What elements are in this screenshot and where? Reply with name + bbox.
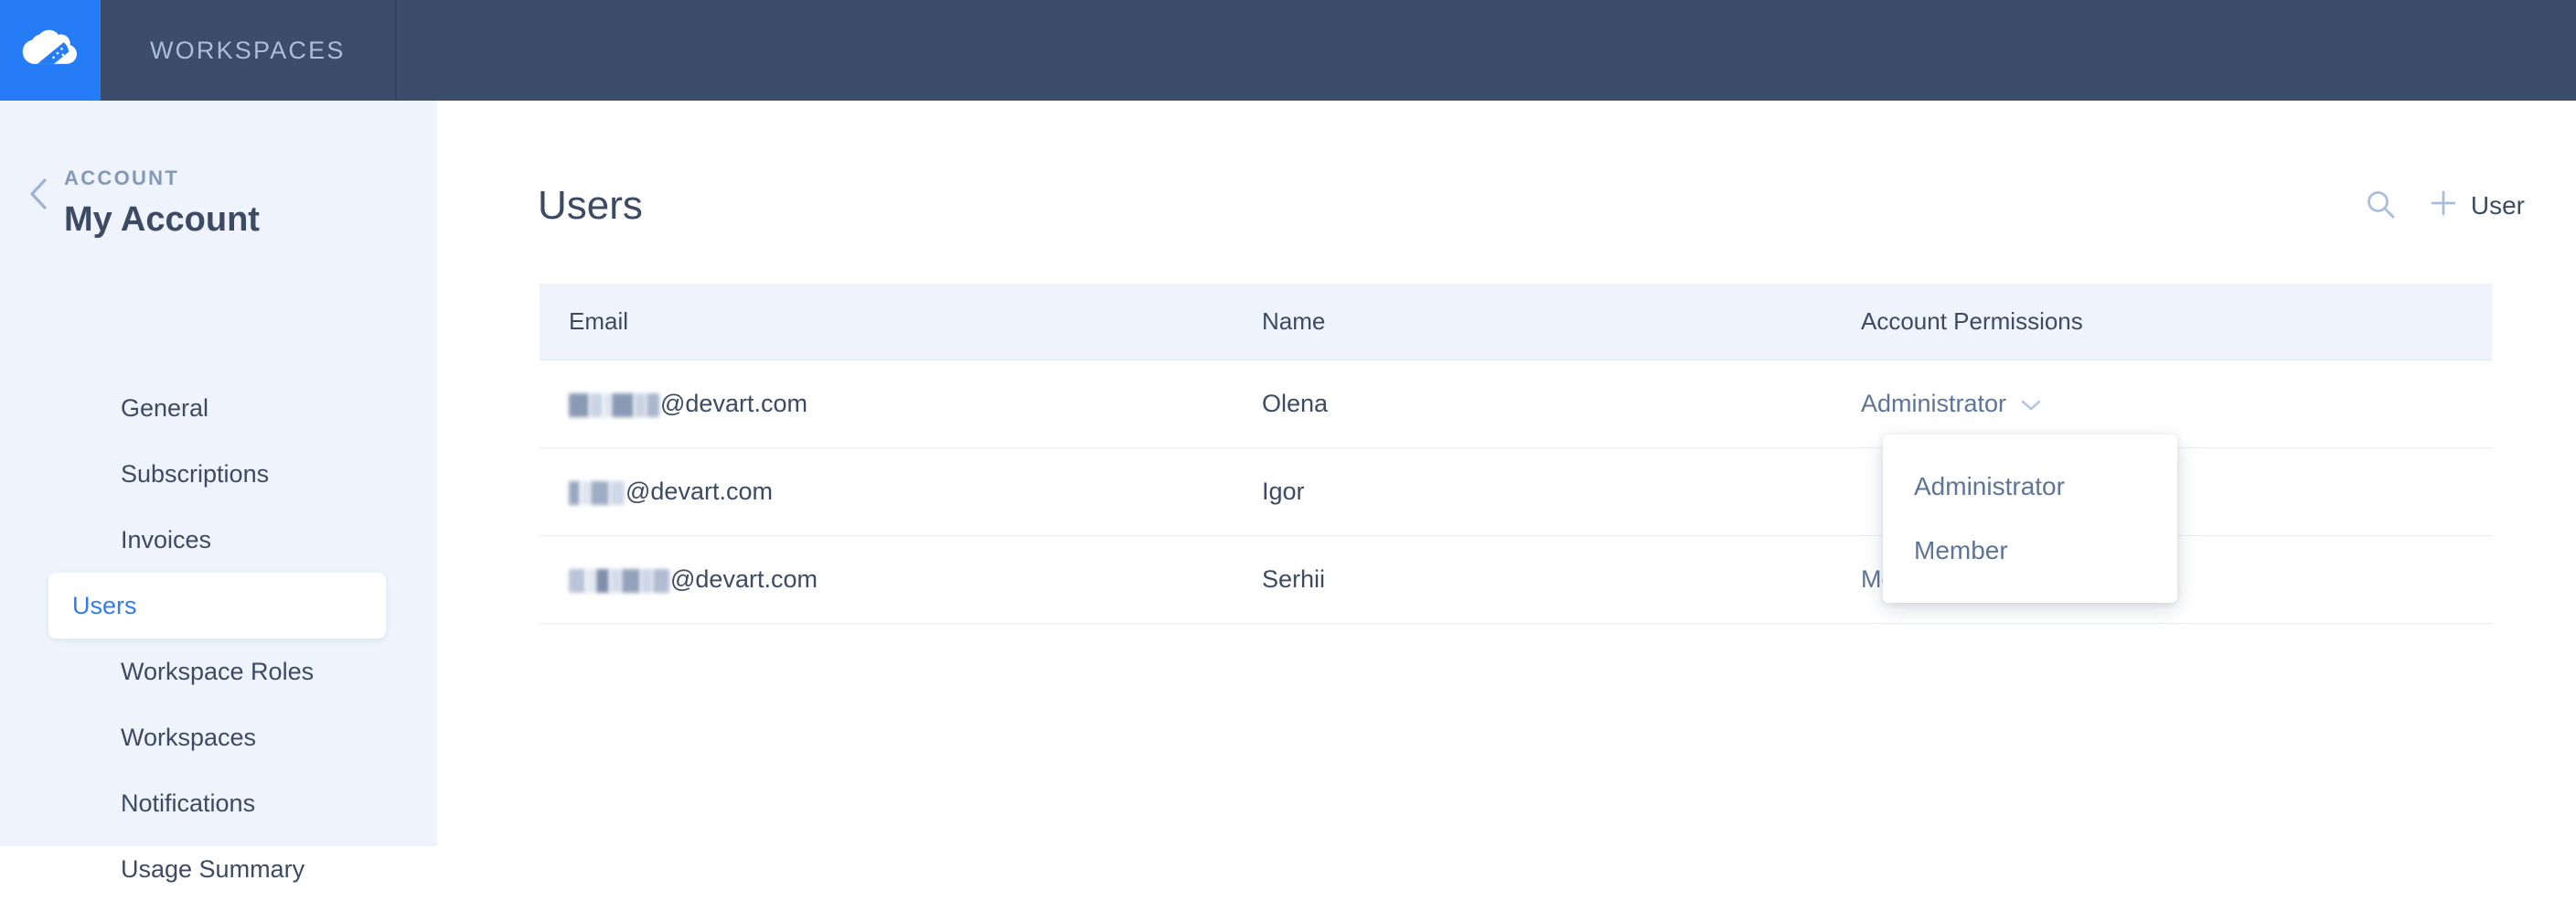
cell-email: @devart.com bbox=[540, 565, 1262, 594]
sidebar-item-label: Workspace Roles bbox=[121, 658, 314, 686]
sidebar-item-label: Subscriptions bbox=[121, 460, 269, 489]
account-kicker: ACCOUNT bbox=[64, 166, 260, 190]
permissions-dropdown-menu[interactable]: Administrator Member bbox=[1883, 435, 2177, 603]
sidebar-item-invoices[interactable]: Invoices bbox=[48, 507, 386, 573]
table-row[interactable]: @devart.com Serhii Member bbox=[540, 536, 2492, 624]
permission-value: Administrator bbox=[1861, 390, 2006, 418]
page-header: Users User bbox=[538, 174, 2525, 238]
dropdown-option-administrator[interactable]: Administrator bbox=[1883, 455, 2177, 519]
cell-email: @devart.com bbox=[540, 478, 1262, 506]
top-navigation-bar: WORKSPACES bbox=[0, 0, 2576, 101]
table-row[interactable]: @devart.com Igor bbox=[540, 448, 2492, 536]
cell-email: @devart.com bbox=[540, 390, 1262, 418]
page-account-title: My Account bbox=[64, 196, 260, 243]
sidebar-nav: General Subscriptions Invoices Users Wor… bbox=[0, 375, 437, 902]
email-domain: @devart.com bbox=[670, 565, 818, 594]
cell-account-permissions: Administrator bbox=[1861, 390, 2492, 418]
sidebar-item-general[interactable]: General bbox=[48, 375, 386, 441]
dropdown-option-label: Administrator bbox=[1914, 472, 2065, 501]
redacted-email-icon bbox=[569, 565, 670, 594]
plus-icon bbox=[2429, 188, 2458, 224]
sidebar-item-label: Invoices bbox=[121, 526, 211, 554]
sidebar-item-label: Notifications bbox=[121, 789, 255, 818]
sidebar-item-workspace-roles[interactable]: Workspace Roles bbox=[48, 639, 386, 704]
search-button[interactable] bbox=[2365, 188, 2396, 224]
sidebar-item-label: General bbox=[121, 394, 208, 423]
main-content: Users User Email bbox=[437, 101, 2576, 846]
users-table: Email Name Account Permissions @devart.c… bbox=[540, 284, 2492, 624]
dropdown-option-member[interactable]: Member bbox=[1883, 519, 2177, 583]
app-logo[interactable] bbox=[0, 0, 101, 101]
column-header-name: Name bbox=[1262, 307, 1861, 336]
add-user-label: User bbox=[2471, 191, 2525, 220]
redacted-email-icon bbox=[569, 390, 660, 418]
chevron-left-icon bbox=[28, 177, 48, 215]
column-header-email: Email bbox=[540, 307, 1262, 336]
search-icon bbox=[2365, 188, 2396, 224]
nav-tab-workspaces[interactable]: WORKSPACES bbox=[101, 0, 397, 101]
sidebar-item-users[interactable]: Users bbox=[48, 573, 386, 639]
sidebar-item-label: Workspaces bbox=[121, 724, 256, 752]
sidebar-item-label: Usage Summary bbox=[121, 855, 305, 884]
cell-name: Olena bbox=[1262, 390, 1861, 418]
email-domain: @devart.com bbox=[625, 478, 773, 506]
redacted-email-icon bbox=[569, 478, 625, 506]
account-header: ACCOUNT My Account bbox=[0, 166, 437, 243]
column-header-account-permissions: Account Permissions bbox=[1861, 307, 2492, 336]
header-actions: User bbox=[2365, 188, 2525, 224]
page-title: Users bbox=[538, 183, 643, 229]
cell-name: Igor bbox=[1262, 478, 1861, 506]
chevron-down-icon bbox=[2021, 390, 2041, 418]
sidebar: ACCOUNT My Account General Subscriptions… bbox=[0, 101, 437, 846]
sidebar-item-label: Users bbox=[72, 592, 137, 620]
dropdown-option-label: Member bbox=[1914, 536, 2008, 565]
sidebar-item-subscriptions[interactable]: Subscriptions bbox=[48, 441, 386, 507]
table-header-row: Email Name Account Permissions bbox=[540, 284, 2492, 360]
sidebar-item-notifications[interactable]: Notifications bbox=[48, 770, 386, 836]
nav-tab-workspaces-label: WORKSPACES bbox=[150, 37, 346, 65]
email-domain: @devart.com bbox=[660, 390, 807, 418]
table-row[interactable]: @devart.com Olena Administrator bbox=[540, 360, 2492, 448]
cloud-logo-icon bbox=[22, 28, 79, 72]
cell-name: Serhii bbox=[1262, 565, 1861, 594]
back-button[interactable] bbox=[20, 166, 57, 215]
add-user-button[interactable]: User bbox=[2429, 188, 2525, 224]
permission-select-row-1[interactable]: Administrator bbox=[1861, 390, 2041, 418]
sidebar-item-workspaces[interactable]: Workspaces bbox=[48, 704, 386, 770]
